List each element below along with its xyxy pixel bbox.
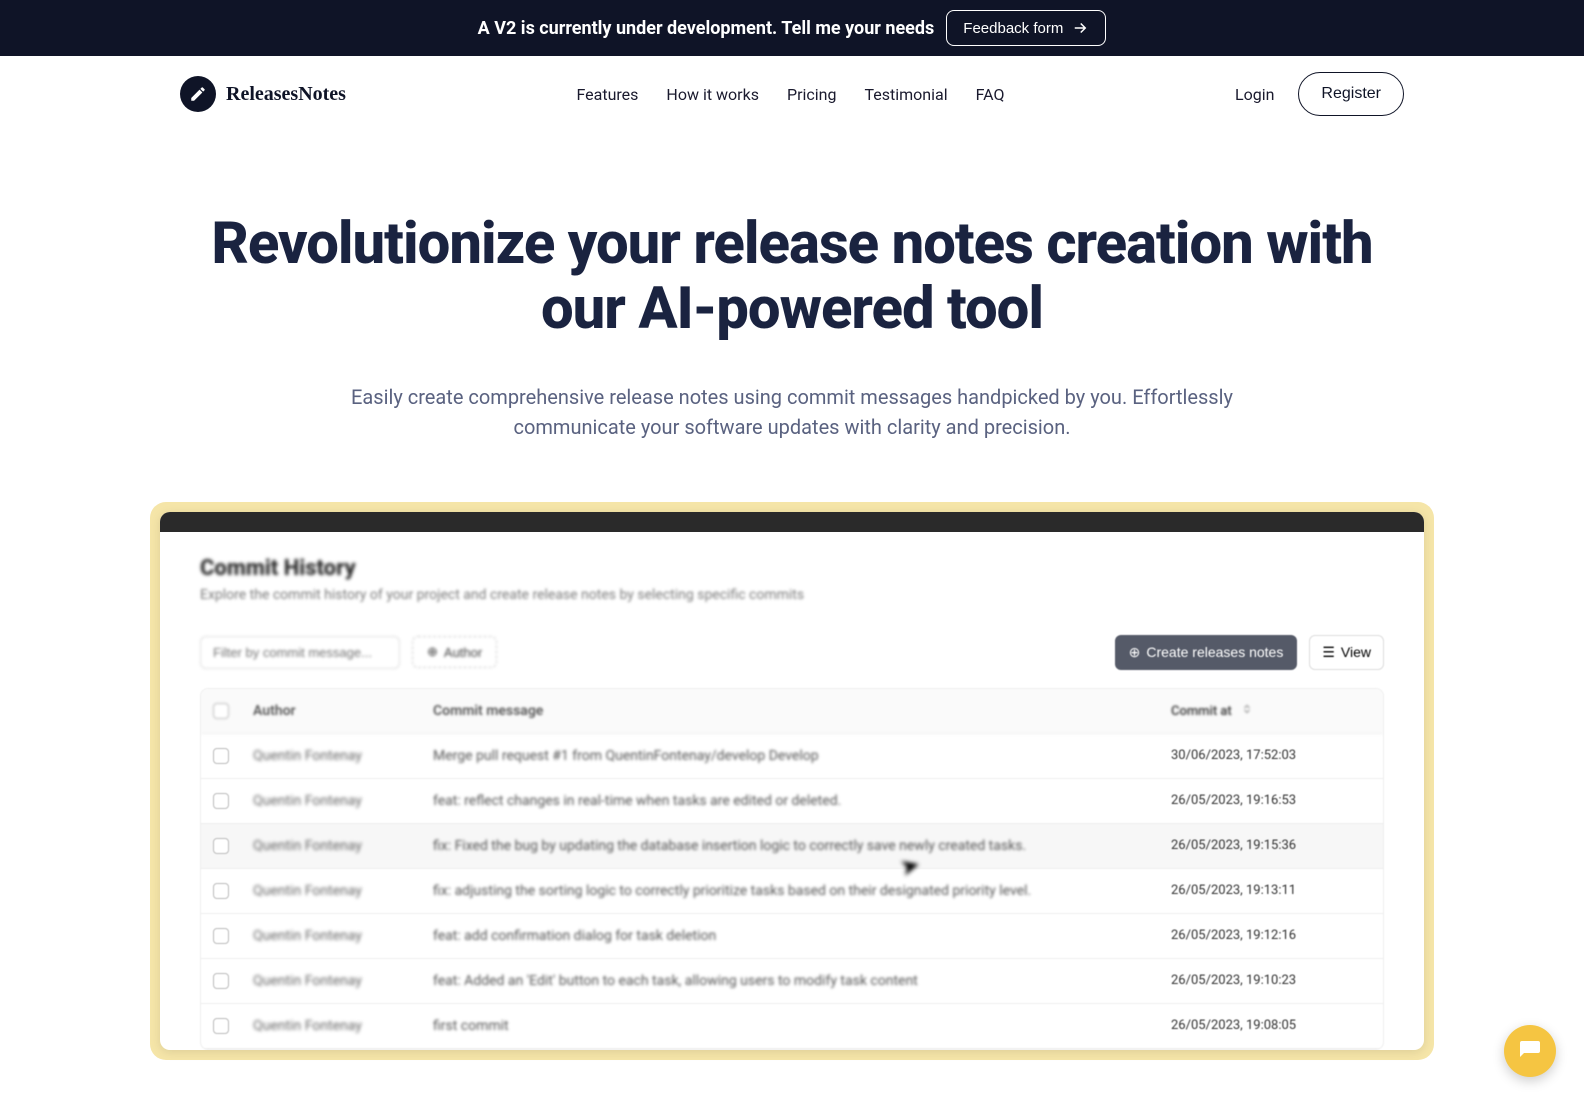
logo-icon	[180, 76, 216, 112]
row-author: Quentin Fontenay	[253, 1018, 433, 1034]
arrow-right-icon	[1071, 19, 1089, 37]
register-button[interactable]: Register	[1298, 72, 1404, 116]
row-date: 26/05/2023, 19:13:11	[1171, 883, 1371, 898]
row-message: fix: adjusting the sorting logic to corr…	[433, 883, 1171, 899]
row-message: first commit	[433, 1018, 1171, 1034]
view-button-label: View	[1341, 644, 1371, 660]
author-filter-button[interactable]: ⊕ Author	[412, 636, 497, 668]
row-date: 26/05/2023, 19:10:23	[1171, 973, 1371, 988]
table-row[interactable]: Quentin Fontenay fix: Fixed the bug by u…	[201, 824, 1383, 869]
nav-testimonial[interactable]: Testimonial	[864, 85, 947, 104]
table-row[interactable]: Quentin Fontenay first commit 26/05/2023…	[201, 1004, 1383, 1049]
row-author: Quentin Fontenay	[253, 793, 433, 809]
sliders-icon: ☰	[1322, 644, 1335, 661]
hero-title: Revolutionize your release notes creatio…	[180, 212, 1404, 342]
row-checkbox[interactable]	[213, 883, 229, 899]
table-row[interactable]: Quentin Fontenay feat: Added an 'Edit' b…	[201, 959, 1383, 1004]
sort-icon	[1241, 703, 1253, 715]
column-author: Author	[253, 703, 433, 719]
row-author: Quentin Fontenay	[253, 883, 433, 899]
table-row[interactable]: Quentin Fontenay fix: adjusting the sort…	[201, 869, 1383, 914]
row-author: Quentin Fontenay	[253, 973, 433, 989]
announcement-bar: A V2 is currently under development. Tel…	[0, 0, 1584, 56]
logo-text: ReleasesNotes	[226, 83, 346, 106]
select-all-checkbox[interactable]	[213, 703, 229, 719]
preview-page-title: Commit History	[200, 556, 1384, 581]
table-row[interactable]: Quentin Fontenay feat: add confirmation …	[201, 914, 1383, 959]
logo[interactable]: ReleasesNotes	[180, 76, 346, 112]
nav-features[interactable]: Features	[576, 85, 638, 104]
row-author: Quentin Fontenay	[253, 928, 433, 944]
nav-how-it-works[interactable]: How it works	[666, 85, 759, 104]
row-checkbox[interactable]	[213, 973, 229, 989]
view-button[interactable]: ☰ View	[1309, 635, 1384, 670]
commits-table: Author Commit message Commit at Quentin …	[200, 688, 1384, 1050]
row-author: Quentin Fontenay	[253, 838, 433, 854]
main-nav: Features How it works Pricing Testimonia…	[576, 85, 1004, 104]
plus-circle-icon: ⊕	[427, 644, 438, 660]
row-date: 26/05/2023, 19:12:16	[1171, 928, 1371, 943]
row-message: fix: Fixed the bug by updating the datab…	[433, 838, 1171, 854]
filter-commit-input[interactable]	[200, 636, 400, 669]
create-release-notes-button[interactable]: ⊕ Create releases notes	[1115, 635, 1298, 670]
row-date: 30/06/2023, 17:52:03	[1171, 748, 1371, 763]
row-checkbox[interactable]	[213, 838, 229, 854]
nav-auth: Login Register	[1235, 72, 1404, 116]
window-body: Commit History Explore the commit histor…	[160, 532, 1424, 1050]
row-checkbox[interactable]	[213, 748, 229, 764]
table-row[interactable]: Quentin Fontenay feat: reflect changes i…	[201, 779, 1383, 824]
row-date: 26/05/2023, 19:15:36	[1171, 838, 1371, 853]
nav-faq[interactable]: FAQ	[976, 85, 1005, 104]
window-titlebar	[160, 512, 1424, 532]
table-header-row: Author Commit message Commit at	[201, 689, 1383, 734]
row-message: feat: reflect changes in real-time when …	[433, 793, 1171, 809]
nav-pricing[interactable]: Pricing	[787, 85, 837, 104]
announcement-text: A V2 is currently under development. Tel…	[478, 18, 935, 39]
author-filter-label: Author	[444, 645, 482, 660]
feedback-form-button[interactable]: Feedback form	[946, 10, 1106, 46]
login-link[interactable]: Login	[1235, 85, 1274, 104]
hero-subtitle: Easily create comprehensive release note…	[342, 382, 1242, 442]
row-checkbox[interactable]	[213, 928, 229, 944]
chat-icon	[1518, 1039, 1542, 1063]
row-message: feat: Added an 'Edit' button to each tas…	[433, 973, 1171, 989]
preview-page-subtitle: Explore the commit history of your proje…	[200, 587, 1384, 603]
app-preview-window: Commit History Explore the commit histor…	[160, 512, 1424, 1050]
row-checkbox[interactable]	[213, 793, 229, 809]
row-message: feat: add confirmation dialog for task d…	[433, 928, 1171, 944]
preview-toolbar: ⊕ Author ⊕ Create releases notes ☰ View	[200, 635, 1384, 670]
plus-circle-icon: ⊕	[1129, 644, 1141, 661]
row-checkbox[interactable]	[213, 1018, 229, 1034]
row-message: Merge pull request #1 from QuentinFonten…	[433, 748, 1171, 764]
row-date: 26/05/2023, 19:16:53	[1171, 793, 1371, 808]
feedback-button-label: Feedback form	[963, 20, 1063, 37]
app-preview-frame: Commit History Explore the commit histor…	[150, 502, 1434, 1060]
column-message: Commit message	[433, 703, 1171, 719]
create-button-label: Create releases notes	[1146, 644, 1283, 660]
hero-section: Revolutionize your release notes creatio…	[0, 132, 1584, 502]
site-header: ReleasesNotes Features How it works Pric…	[0, 56, 1584, 132]
row-date: 26/05/2023, 19:08:05	[1171, 1018, 1371, 1033]
row-author: Quentin Fontenay	[253, 748, 433, 764]
chat-widget-button[interactable]	[1504, 1025, 1556, 1077]
column-commit-at[interactable]: Commit at	[1171, 703, 1371, 719]
table-row[interactable]: Quentin Fontenay Merge pull request #1 f…	[201, 734, 1383, 779]
